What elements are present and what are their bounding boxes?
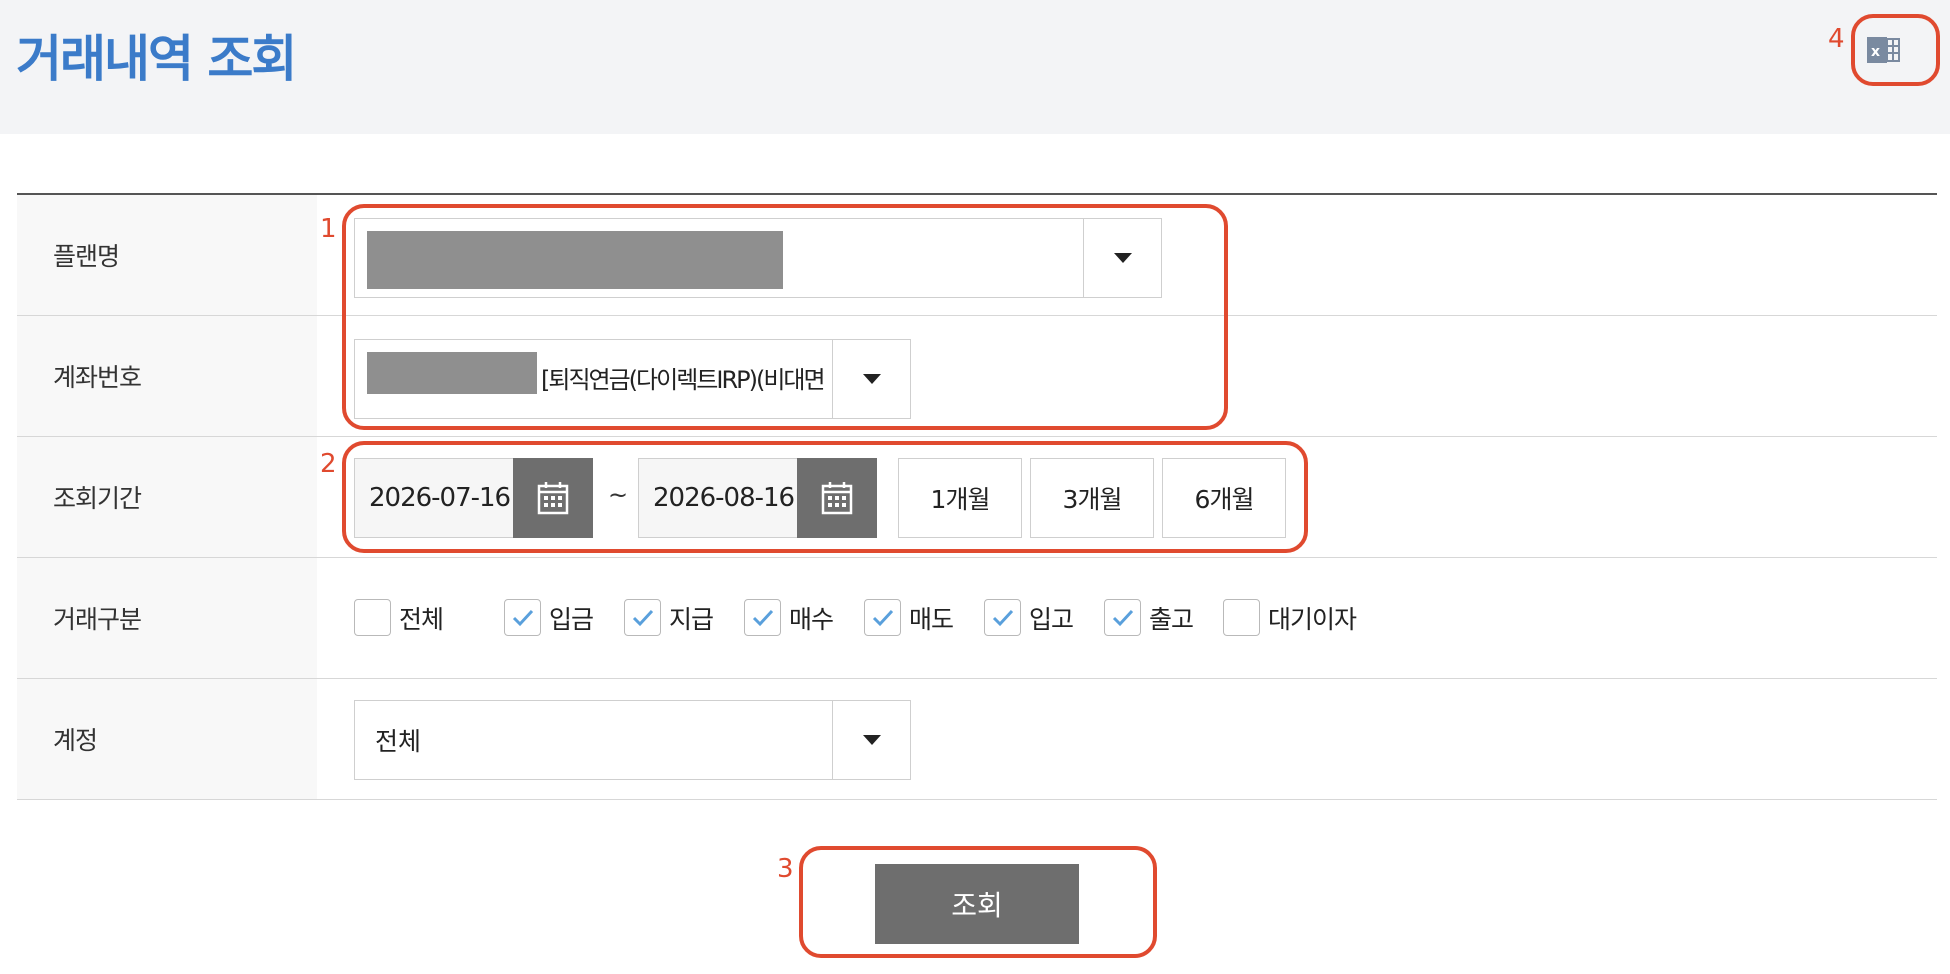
checkbox-label: 출고	[1149, 604, 1194, 634]
excel-download-icon: x	[1867, 37, 1900, 63]
account-row: 계좌번호 [퇴직연금(다이렉트IRP)(비대면	[17, 316, 1937, 437]
category-select-value: 전체	[375, 727, 422, 756]
checkbox-label: 대기이자	[1268, 604, 1357, 634]
period-3month-button[interactable]: 3개월	[1030, 458, 1154, 538]
tx-type-label: 거래구분	[17, 558, 317, 678]
search-form: 플랜명 계좌번호 [퇴직연금(다이렉트IRP)(비대면 조회기간 2026-07…	[17, 193, 1937, 800]
tx-type-checkbox-stock-out[interactable]: 출고	[1104, 599, 1194, 636]
account-select[interactable]: [퇴직연금(다이렉트IRP)(비대면	[354, 339, 911, 419]
checkbox-label: 입고	[1029, 604, 1074, 634]
end-date-input[interactable]: 2026-08-16	[638, 458, 798, 538]
checkbox-label: 매수	[789, 604, 834, 634]
page-title: 거래내역 조회	[16, 30, 297, 88]
tx-type-checkbox-sell[interactable]: 매도	[864, 599, 954, 636]
end-date-calendar-button[interactable]	[797, 458, 877, 538]
calendar-icon	[821, 482, 853, 515]
tx-type-checkbox-stock-in[interactable]: 입고	[984, 599, 1074, 636]
start-date-calendar-button[interactable]	[513, 458, 593, 538]
excel-download-button[interactable]: x	[1863, 26, 1903, 74]
checkmark-icon	[872, 609, 893, 626]
checkmark-icon	[1112, 609, 1133, 626]
period-row: 조회기간 2026-07-16 ~ 2026-08-16 1개월 3개월 6개월	[17, 437, 1937, 558]
checkbox-box[interactable]	[984, 599, 1021, 636]
account-number-redacted	[367, 352, 537, 394]
checkbox-box[interactable]	[864, 599, 901, 636]
checkbox-label: 매도	[909, 604, 954, 634]
tx-type-checkbox-all[interactable]: 전체	[354, 599, 444, 636]
category-select[interactable]: 전체	[354, 700, 911, 780]
period-label: 조회기간	[17, 437, 317, 557]
tx-type-checkbox-buy[interactable]: 매수	[744, 599, 834, 636]
checkbox-box[interactable]	[504, 599, 541, 636]
tx-type-checkbox-deposit[interactable]: 입금	[504, 599, 594, 636]
checkbox-box[interactable]	[744, 599, 781, 636]
checkmark-icon	[512, 609, 533, 626]
checkbox-label: 전체	[399, 604, 444, 634]
checkbox-box[interactable]	[1223, 599, 1260, 636]
checkbox-label: 입금	[549, 604, 594, 634]
svg-text:x: x	[1871, 44, 1880, 60]
annotation-number-2: 2	[320, 449, 337, 479]
checkbox-box[interactable]	[624, 599, 661, 636]
period-1month-button[interactable]: 1개월	[898, 458, 1022, 538]
tx-type-checkbox-payment[interactable]: 지급	[624, 599, 714, 636]
checkbox-label: 지급	[669, 604, 714, 634]
annotation-number-1: 1	[320, 214, 337, 244]
checkbox-box[interactable]	[354, 599, 391, 636]
search-button[interactable]: 조회	[875, 864, 1079, 944]
chevron-down-icon	[862, 735, 881, 745]
date-separator: ~	[608, 481, 629, 509]
checkmark-icon	[992, 609, 1013, 626]
tx-type-row: 거래구분 전체 입금 지급 매수 매도 입고 출고 대기이자	[17, 558, 1937, 679]
account-type-text: [퇴직연금(다이렉트IRP)(비대면	[541, 366, 826, 394]
checkbox-box[interactable]	[1104, 599, 1141, 636]
chevron-down-icon	[1113, 253, 1132, 263]
calendar-icon	[537, 482, 569, 515]
category-label: 계정	[17, 679, 317, 799]
account-label: 계좌번호	[17, 316, 317, 436]
checkmark-icon	[752, 609, 773, 626]
tx-type-checkbox-waiting-interest[interactable]: 대기이자	[1223, 599, 1357, 636]
page-header: 거래내역 조회 x	[0, 0, 1950, 134]
plan-label: 플랜명	[17, 195, 317, 315]
checkmark-icon	[632, 609, 653, 626]
period-6month-button[interactable]: 6개월	[1162, 458, 1286, 538]
plan-row: 플랜명	[17, 195, 1937, 316]
chevron-down-icon	[862, 374, 881, 384]
annotation-number-3: 3	[777, 854, 794, 884]
plan-select[interactable]	[354, 218, 1162, 298]
annotation-number-4: 4	[1828, 24, 1845, 54]
start-date-input[interactable]: 2026-07-16	[354, 458, 514, 538]
category-row: 계정 전체	[17, 679, 1937, 800]
plan-value-redacted	[367, 231, 783, 289]
